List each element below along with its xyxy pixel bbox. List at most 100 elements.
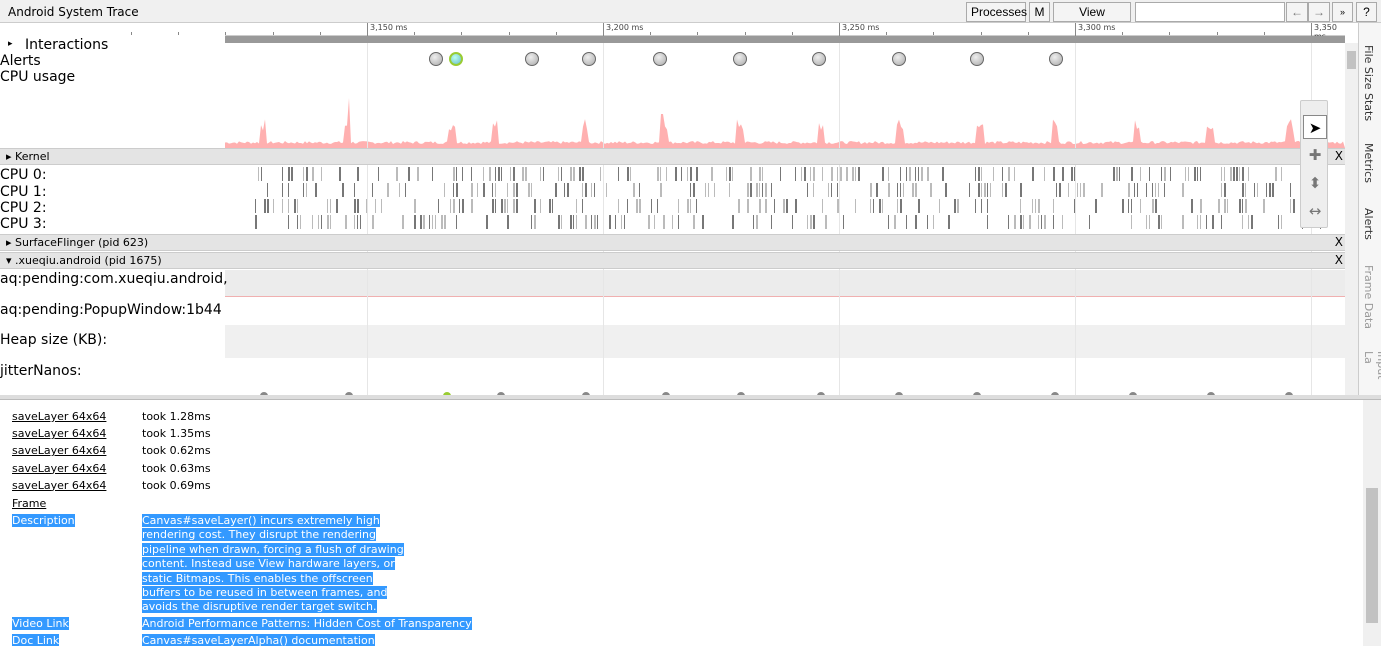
tab-metrics[interactable]: Metrics	[1362, 143, 1375, 183]
savelayer-link[interactable]: saveLayer 64x64	[12, 427, 106, 440]
cpu-slice[interactable]	[264, 199, 266, 213]
cpu-slice[interactable]	[1257, 183, 1258, 197]
cpu-slice[interactable]	[570, 215, 572, 229]
cpu-slice[interactable]	[795, 199, 797, 213]
cpu-slice[interactable]	[696, 199, 697, 213]
cpu-slice[interactable]	[441, 215, 443, 229]
cpu-slice[interactable]	[402, 215, 404, 229]
cpu-slice[interactable]	[756, 183, 758, 197]
cpu-slice[interactable]	[978, 183, 980, 197]
cpu-slice[interactable]	[267, 183, 268, 197]
cpu-slice[interactable]	[609, 215, 611, 229]
cpu-slice[interactable]	[489, 167, 491, 181]
cpu-slice[interactable]	[318, 215, 319, 229]
more-button[interactable]: »	[1332, 2, 1353, 22]
cpu-slice[interactable]	[780, 167, 781, 181]
cpu-slice[interactable]	[636, 199, 638, 213]
cpu-slice[interactable]	[693, 183, 695, 197]
cpu-slice[interactable]	[975, 199, 976, 213]
cpu-slice[interactable]	[1140, 199, 1141, 213]
cpu-slice[interactable]	[945, 183, 947, 197]
cpu-slice[interactable]	[471, 199, 473, 213]
cpu-slice[interactable]	[1290, 199, 1291, 213]
cpu-slice[interactable]	[915, 215, 917, 229]
video-link[interactable]: Android Performance Patterns: Hidden Cos…	[142, 617, 472, 630]
cpu-slice[interactable]	[1131, 167, 1133, 181]
cpu-slice[interactable]	[1221, 167, 1222, 181]
tab-file-size-stats[interactable]: File Size Stats	[1362, 45, 1375, 121]
cpu-slice[interactable]	[906, 215, 907, 229]
cpu-slice[interactable]	[306, 183, 307, 197]
cpu-slice[interactable]	[855, 167, 856, 181]
kernel-header[interactable]: ▸ Kernel X	[0, 148, 1345, 165]
cpu-slice[interactable]	[918, 199, 920, 213]
cpu-slice[interactable]	[378, 167, 379, 181]
cpu-slice[interactable]	[327, 199, 328, 213]
alert-marker[interactable]	[449, 52, 463, 66]
alert-marker[interactable]	[812, 52, 826, 66]
cpu-slice[interactable]	[576, 199, 577, 213]
cpu-slice[interactable]	[303, 167, 304, 181]
cpu-slice[interactable]	[870, 199, 871, 213]
cpu-slice[interactable]	[660, 183, 662, 197]
cpu-slice[interactable]	[1014, 215, 1016, 229]
cpu-slice[interactable]	[1221, 183, 1222, 197]
cpu-slice[interactable]	[1242, 183, 1244, 197]
cpu-slice[interactable]	[432, 167, 433, 181]
timeline-overview-bar[interactable]	[225, 36, 1345, 43]
cpu-slice[interactable]	[288, 167, 290, 181]
cpu-slice[interactable]	[453, 167, 455, 181]
cpu-slice[interactable]	[627, 199, 628, 213]
next-result-button[interactable]: →	[1308, 2, 1330, 22]
cpu-slice[interactable]	[1263, 199, 1265, 213]
details-scrollbar[interactable]	[1363, 400, 1381, 646]
tab-alerts[interactable]: Alerts	[1362, 208, 1375, 240]
cpu-slice[interactable]	[549, 199, 551, 213]
cpu-slice[interactable]	[462, 199, 464, 213]
cpu-slice[interactable]	[933, 215, 934, 229]
cpu-slice[interactable]	[606, 183, 607, 197]
cpu-slice[interactable]	[1146, 183, 1147, 197]
cpu-slice[interactable]	[1194, 167, 1196, 181]
cpu-slice[interactable]	[858, 167, 860, 181]
cpu-slice[interactable]	[987, 215, 988, 229]
cpu-slice[interactable]	[1089, 215, 1090, 229]
cpu-slice[interactable]	[759, 183, 760, 197]
cpu-slice[interactable]	[690, 199, 691, 213]
cpu-slice[interactable]	[984, 183, 986, 197]
cpu-slice[interactable]	[942, 167, 944, 181]
cpu-slice[interactable]	[921, 167, 923, 181]
cpu-slice[interactable]	[756, 215, 758, 229]
cpu-slice[interactable]	[1140, 167, 1141, 181]
cpu-slice[interactable]	[1038, 199, 1040, 213]
cpu-slice[interactable]	[1197, 167, 1198, 181]
cpu-slice[interactable]	[957, 199, 959, 213]
cpu-slice[interactable]	[282, 167, 283, 181]
cpu-slice[interactable]	[1062, 167, 1064, 181]
cpu-slice[interactable]	[288, 183, 289, 197]
cpu-slice[interactable]	[759, 199, 761, 213]
cpu-slice[interactable]	[504, 199, 506, 213]
cpu-slice[interactable]	[1044, 167, 1045, 181]
cpu-slice[interactable]	[732, 167, 733, 181]
cpu-slice[interactable]	[903, 183, 904, 197]
cpu-slice[interactable]	[822, 167, 823, 181]
cpu-slice[interactable]	[345, 215, 347, 229]
cpu-slice[interactable]	[396, 167, 398, 181]
cpu-slice[interactable]	[969, 183, 970, 197]
cpu-slice[interactable]	[1131, 215, 1132, 229]
cpu-slice[interactable]	[672, 215, 673, 229]
cpu-slice[interactable]	[594, 215, 596, 229]
cpu-slice[interactable]	[693, 215, 695, 229]
cpu-slice[interactable]	[513, 183, 515, 197]
cpu-slice[interactable]	[330, 215, 331, 229]
cpu-slice[interactable]	[831, 167, 833, 181]
cpu-slice[interactable]	[897, 183, 898, 197]
cpu-slice[interactable]	[888, 167, 889, 181]
cpu-slice[interactable]	[1182, 215, 1184, 229]
cpu-slice[interactable]	[456, 167, 457, 181]
cpu-slice[interactable]	[873, 199, 874, 213]
cpu-slice[interactable]	[738, 199, 740, 213]
cpu-slice[interactable]	[1128, 199, 1129, 213]
cpu-slice[interactable]	[420, 215, 422, 229]
